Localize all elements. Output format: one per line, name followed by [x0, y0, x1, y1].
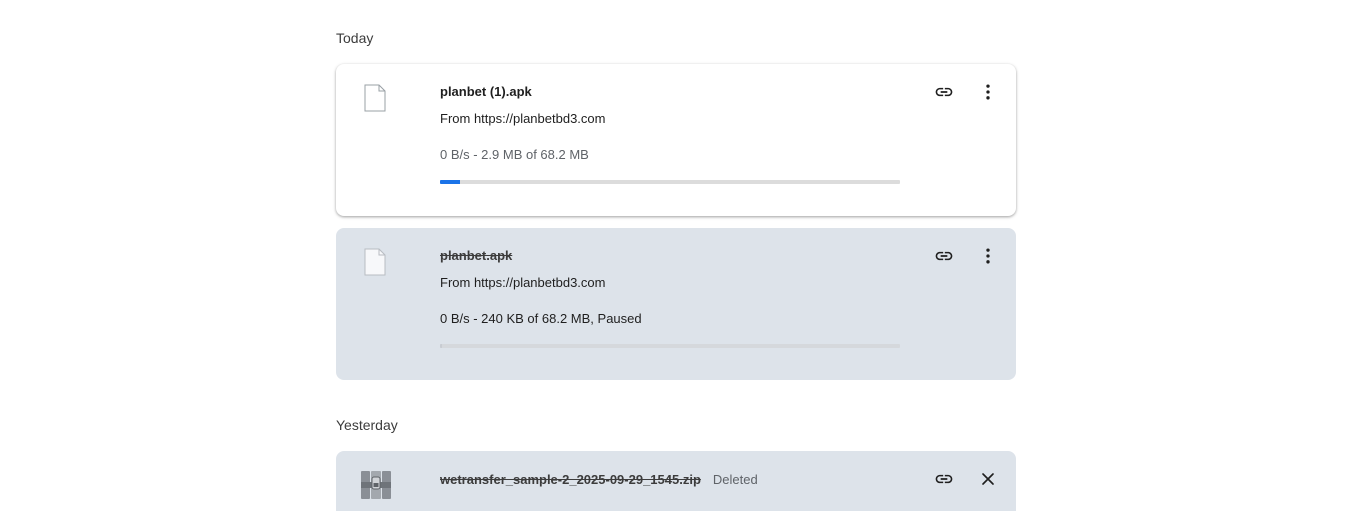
download-item-planbet[interactable]: planbet.apk From https://planbetbd3.com … [336, 228, 1016, 380]
section-heading-yesterday: Yesterday [336, 417, 398, 433]
file-icon [364, 84, 386, 112]
copy-link-button[interactable] [930, 465, 958, 493]
file-icon [364, 248, 386, 276]
copy-link-button[interactable] [930, 242, 958, 270]
download-item-wetransfer[interactable]: wetransfer_sample-2_2025-09-29_1545.zip D… [336, 451, 1016, 511]
deleted-label: Deleted [712, 472, 758, 487]
file-source: From https://planbetbd3.com [440, 111, 606, 126]
archive-icon [361, 471, 391, 499]
more-actions-button[interactable] [974, 78, 1002, 106]
link-icon [935, 87, 953, 97]
file-name-row: wetransfer_sample-2_2025-09-29_1545.zip D… [440, 472, 758, 487]
download-item-planbet-1[interactable]: planbet (1).apk From https://planbetbd3.… [336, 64, 1016, 216]
file-name[interactable]: planbet.apk [440, 248, 512, 263]
more-vert-icon [986, 84, 990, 100]
file-name[interactable]: planbet (1).apk [440, 84, 532, 99]
downloads-page: Today planbet (1).apk From https://planb… [0, 0, 1346, 511]
more-actions-button[interactable] [974, 242, 1002, 270]
file-source: From https://planbetbd3.com [440, 275, 606, 290]
remove-button[interactable] [974, 465, 1002, 493]
progress-bar [440, 180, 900, 184]
copy-link-button[interactable] [930, 78, 958, 106]
file-name[interactable]: wetransfer_sample-2_2025-09-29_1545.zip [440, 472, 701, 487]
progress-fill [440, 344, 442, 348]
section-heading-today: Today [336, 30, 374, 46]
link-icon [935, 251, 953, 261]
download-status: 0 B/s - 2.9 MB of 68.2 MB [440, 147, 589, 162]
progress-bar [440, 344, 900, 348]
close-icon [982, 473, 994, 485]
progress-fill [440, 180, 460, 184]
more-vert-icon [986, 248, 990, 264]
link-icon [935, 474, 953, 484]
download-status: 0 B/s - 240 KB of 68.2 MB, Paused [440, 311, 642, 326]
